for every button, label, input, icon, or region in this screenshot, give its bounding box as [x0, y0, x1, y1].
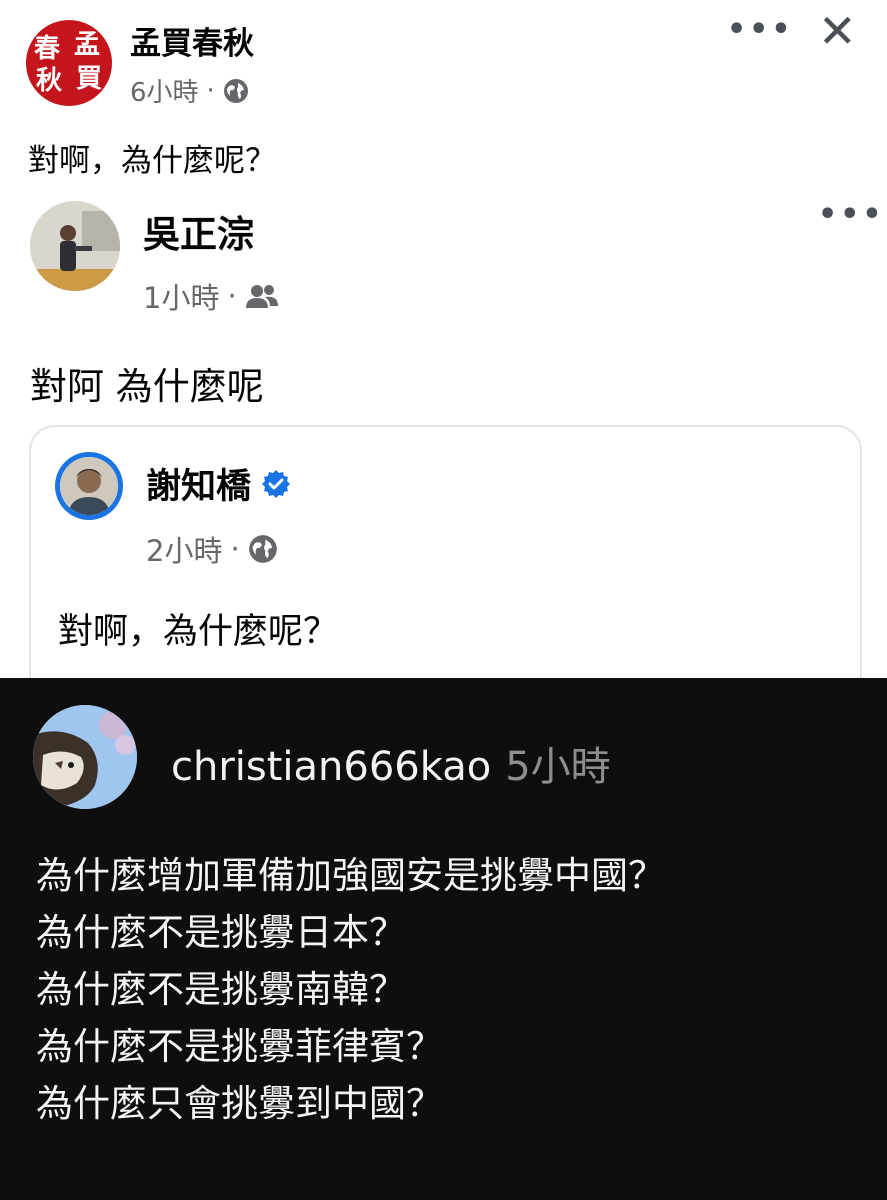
more-options-button[interactable]: •••: [727, 12, 794, 47]
commenter-avatar[interactable]: [33, 705, 137, 809]
commenter-username[interactable]: christian666kao: [171, 744, 491, 790]
meta-separator: ·: [206, 75, 215, 106]
meta-separator: ·: [227, 279, 237, 313]
meta-separator: ·: [230, 532, 240, 566]
quoted-post-time[interactable]: 2小時: [146, 528, 222, 570]
comment-body: 為什麼增加軍備加強國安是挑釁中國？ 為什麼不是挑釁日本？ 為什麼不是挑釁南韓？ …: [36, 847, 665, 1132]
quoted-author-avatar[interactable]: [55, 452, 123, 520]
cat-photo: [33, 705, 137, 809]
comment-time: 5小時: [505, 744, 611, 790]
quoted-post-text: 對啊，為什麼呢？: [58, 612, 339, 652]
close-button[interactable]: ✕: [818, 8, 857, 54]
post-text: 對啊，為什麼呢？: [28, 143, 276, 179]
shared-post-text: 對阿 為什麼呢: [30, 365, 264, 408]
comment-line: 為什麼不是挑釁南韓？: [36, 968, 406, 1011]
person-photo: [60, 457, 118, 515]
shared-post-meta: 1小時 ·: [143, 275, 279, 317]
comment-line: 為什麼增加軍備加強國安是挑釁中國？: [36, 854, 665, 897]
quoted-post-meta: 2小時 ·: [146, 528, 278, 570]
avatar-char: 春: [34, 34, 61, 64]
avatar-char: 秋: [36, 66, 63, 96]
shared-author-name[interactable]: 吳正淙: [143, 204, 254, 258]
comment-line: 為什麼只會挑釁到中國？: [36, 1082, 443, 1125]
shared-more-options-button[interactable]: •••: [818, 197, 885, 232]
friends-icon: [245, 285, 278, 308]
comment-header: christian666kao 5小時: [171, 734, 611, 792]
post-time[interactable]: 6小時: [130, 72, 199, 109]
quoted-author-row: 謝知橋: [146, 458, 291, 509]
shared-author-avatar[interactable]: [30, 201, 120, 291]
post-meta: 6小時 ·: [130, 72, 249, 109]
page-avatar[interactable]: 春 孟 秋 買: [26, 20, 112, 106]
page-name[interactable]: 孟買春秋: [130, 18, 254, 63]
globe-icon: [223, 78, 248, 103]
avatar-char: 孟: [74, 30, 101, 60]
comment-line: 為什麼不是挑釁日本？: [36, 911, 406, 954]
comment-line: 為什麼不是挑釁菲律賓？: [36, 1025, 443, 1068]
globe-icon: [248, 535, 277, 563]
shared-post-time[interactable]: 1小時: [143, 275, 219, 317]
quoted-author-name[interactable]: 謝知橋: [146, 458, 251, 509]
verified-badge-icon: [262, 469, 291, 498]
avatar-char: 買: [76, 64, 103, 94]
avatar-inner: [60, 457, 118, 515]
person-photo: [30, 201, 120, 291]
